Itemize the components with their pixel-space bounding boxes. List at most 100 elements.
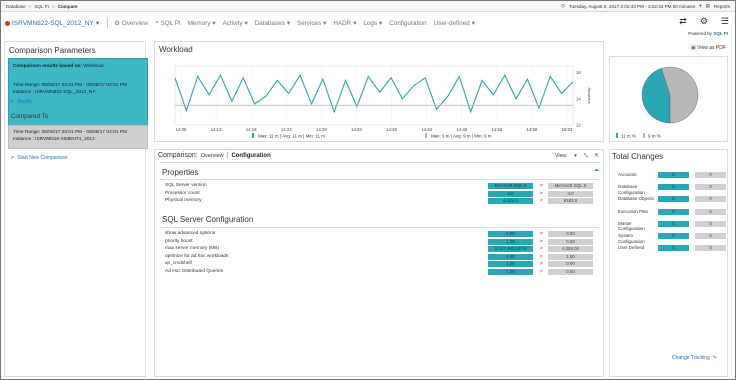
menu-icon[interactable]: ☰ [721, 16, 729, 27]
breadcrumb-item[interactable]: SQL PI [34, 4, 49, 9]
compare.properties-row: SQL Server version Microsoft SQL S ≠ Micros… [165, 183, 595, 189]
powered-by: Powered by SQL PI [688, 31, 728, 36]
value-b: 0.00 [548, 268, 593, 275]
not-equal-icon: ≠ [540, 268, 543, 275]
row-label: show advanced options [165, 231, 216, 236]
x-tick-label: 14:58 [527, 127, 538, 132]
value-a[interactable]: 0 [658, 172, 689, 178]
chevron-down-icon: ▾ [286, 19, 291, 27]
instance-name[interactable]: ISRVMN822-SQL_2012_NY [12, 20, 94, 27]
value-b: 4.0 [548, 190, 593, 197]
view-selector: View: ▾ ⤡ ⇱ [555, 153, 599, 159]
row-label: xp_cmdshell [165, 261, 192, 266]
value-b[interactable]: 0 [695, 208, 726, 215]
value-b[interactable]: 0 [695, 245, 726, 252]
value-b[interactable]: 0 [695, 233, 726, 239]
nav-hadr[interactable]: HADR ▾ [333, 20, 356, 27]
value-a[interactable]: 0 [658, 208, 689, 215]
nav-label: Overview [121, 19, 149, 27]
collapse-icon[interactable]: ⏶ [594, 168, 599, 175]
nav-label: Services [297, 19, 322, 27]
compare.config-row: show advanced options 1.00 ≠ 0.00 [165, 231, 595, 237]
nav-activity[interactable]: Activity ▾ [223, 20, 248, 27]
nav-label: Configuration [389, 19, 427, 27]
datetime-range[interactable]: Tuesday, August 8, 2017 2:02:43 PM - 3:0… [569, 4, 695, 9]
value-a[interactable]: 0 [658, 245, 689, 252]
value-b: 0.00 [548, 261, 593, 267]
nav-label: Activity [222, 19, 243, 27]
value-a[interactable]: 0 [658, 184, 689, 191]
nav-memory[interactable]: Memory ▾ [188, 20, 216, 27]
start-new-label: Start New Comparison [17, 155, 68, 161]
status-dot-icon [5, 20, 10, 26]
modify-link[interactable]: ✎ Modify [10, 99, 32, 105]
nav-databases[interactable]: Databases ▾ [255, 20, 290, 27]
view-as-pdf-link[interactable]: ▣ View as PDF [691, 45, 726, 51]
value-a: 1.00 [488, 268, 533, 275]
value-b: 0.00 [548, 231, 593, 237]
chevron-down-icon: ▾ [471, 19, 475, 27]
based-on-label: Comparison results based on: [13, 64, 83, 69]
breadcrumb-sep-icon: > [52, 3, 55, 9]
reports-link[interactable]: Reports [714, 4, 730, 9]
not-equal-icon: ≠ [540, 183, 543, 189]
comparison-tabs: Comparison: Overview | Configuration [158, 152, 271, 159]
breadcrumb-item[interactable]: Database [6, 4, 26, 9]
nav-services[interactable]: Services ▾ [297, 20, 326, 27]
panel-title: Comparison Parameters [9, 46, 96, 55]
edit-icon: ✎ [10, 99, 15, 105]
view-label: View: [555, 153, 568, 159]
row-label: optimize for ad hoc workloads [165, 253, 229, 259]
value-b[interactable]: 0 [695, 196, 726, 203]
value-b[interactable]: 0 [695, 184, 726, 191]
tab-configuration[interactable]: Configuration [231, 153, 270, 159]
chevron-down-icon[interactable]: ▾ [699, 3, 701, 9]
reports-icon: ▤ [705, 3, 710, 8]
instance-line: Instance : ISRVMN16-X64ENT1_2012 [13, 137, 95, 142]
x-tick-label: 14:18 [246, 127, 257, 132]
x-tick-label: 14:08 [176, 127, 187, 132]
divider [107, 18, 109, 28]
value-b: 1.00 [548, 253, 593, 260]
nav-sqlpi[interactable]: ⌕ SQL PI [155, 19, 181, 27]
clock-icon: ◷ [560, 3, 565, 8]
not-equal-icon: ≠ [540, 246, 543, 252]
row-label: Database Configuration [618, 184, 645, 195]
new-comparison-icon: ⇗ [10, 155, 15, 161]
row-label: max server memory (MB) [165, 246, 220, 251]
chevron-down-icon[interactable]: ▾ [574, 153, 577, 159]
external-link-icon[interactable]: ⇱ [595, 153, 599, 159]
nav-actions: ⇄ ⚙ ☰ [679, 16, 729, 27]
x-tick-label: 15:03 [562, 127, 573, 132]
refresh-icon[interactable]: ⇄ [679, 16, 687, 27]
value-b[interactable]: 0 [695, 172, 726, 178]
compare.config-row: optimize for ad hoc workloads 1.00 ≠ 1.00 [165, 253, 595, 260]
nav-bar: ISRVMN822-SQL_2012_NY ▾ ⚙ Overview ⌕ SQL P… [1, 12, 735, 34]
x-tick-label: 14:38 [386, 127, 397, 132]
gear-icon[interactable]: ⚙ [700, 16, 708, 27]
start-new-comparison-link[interactable]: ⇗ Start New Comparison [10, 155, 68, 161]
instance-selector[interactable]: ISRVMN822-SQL_2012_NY ▾ [5, 19, 99, 27]
compare.config-row: xp_cmdshell 1.00 ≠ 0.00 [165, 261, 595, 267]
value-a: 1.00 [488, 231, 533, 237]
nav-logs[interactable]: Logs ▾ [363, 20, 382, 27]
row-label: priority boost [165, 238, 193, 244]
expand-icon[interactable]: ⤡ [584, 153, 588, 159]
value-b[interactable]: 0 [695, 220, 726, 227]
panel-title: Total Changes [612, 152, 664, 161]
change-tracking-link[interactable]: Change Tracking ✎ [672, 355, 717, 361]
breadcrumb-sep-icon: > [28, 3, 32, 9]
chevron-down-icon[interactable]: ▾ [96, 19, 99, 27]
nav-overview[interactable]: ⚙ Overview [114, 20, 148, 27]
row-label: Ad Hoc Distributed Queries [165, 268, 224, 274]
not-equal-icon: ≠ [540, 198, 543, 204]
legend-swatch [425, 133, 427, 138]
value-a[interactable]: 0 [658, 220, 689, 227]
nav-user-defined[interactable]: User-defined ▾ [434, 20, 475, 27]
tab-overview[interactable]: Overview [201, 153, 224, 159]
value-a[interactable]: 0 [658, 196, 689, 203]
nav-configuration[interactable]: Configuration [389, 20, 426, 27]
chevron-down-icon: ▾ [244, 19, 248, 27]
value-a[interactable]: 0 [658, 233, 689, 239]
y-tick-label: 16 [576, 70, 581, 75]
